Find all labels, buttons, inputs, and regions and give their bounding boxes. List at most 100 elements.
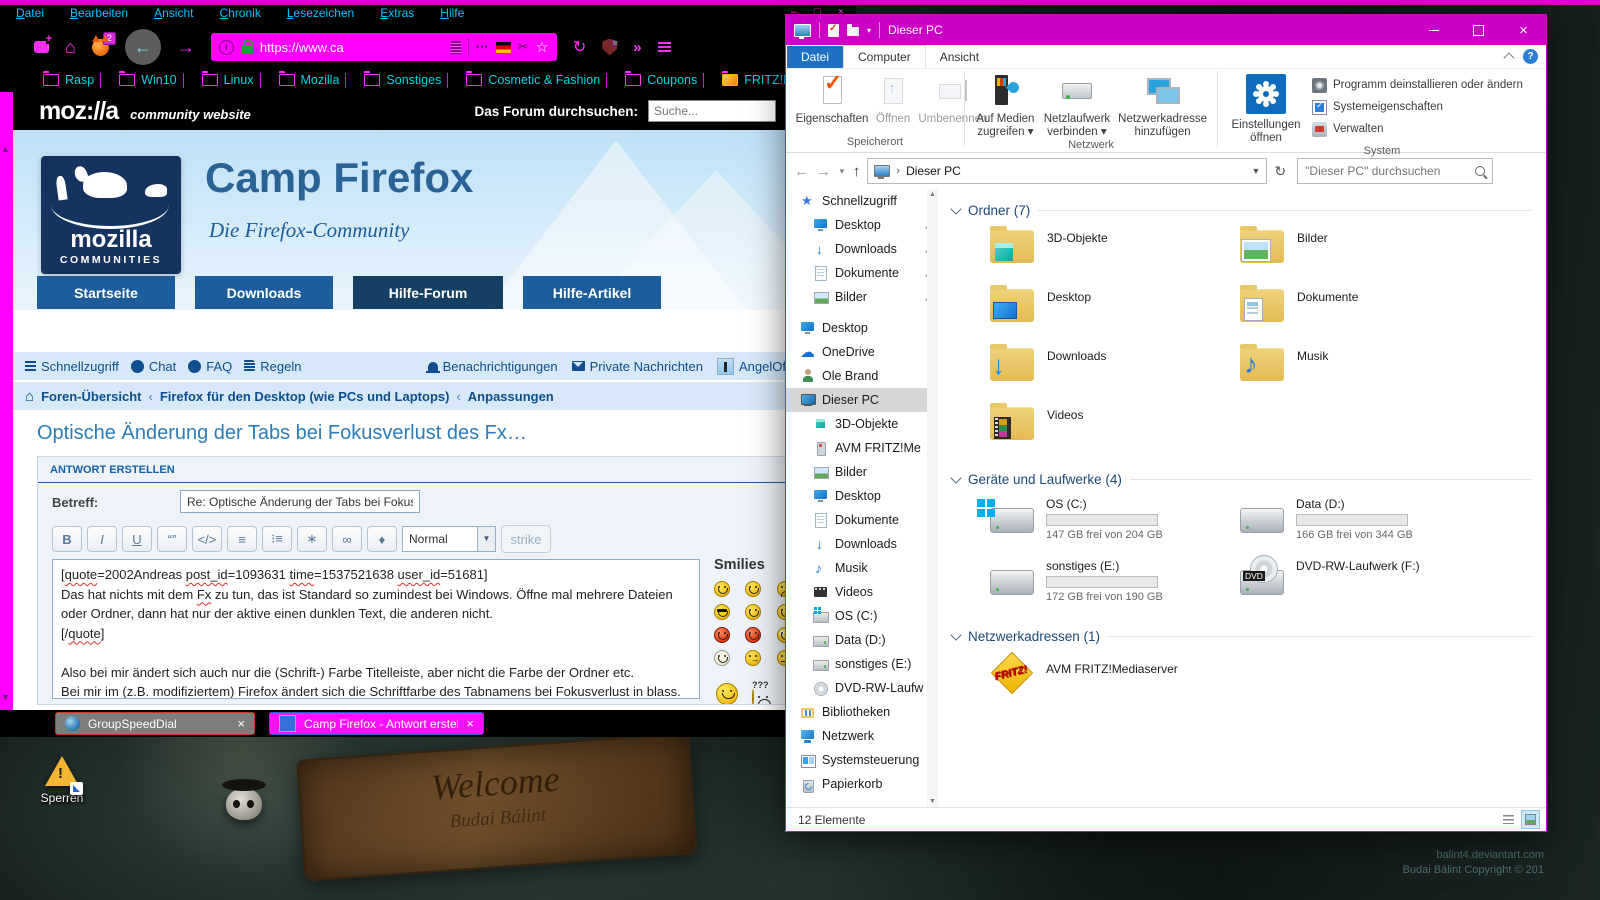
adblock-shield-icon[interactable]: 1 <box>602 38 618 56</box>
smiley-icon[interactable] <box>714 650 730 666</box>
address-box[interactable]: › Dieser PC ▼ <box>867 158 1268 184</box>
sidebar-item[interactable]: Dokumente <box>786 261 938 285</box>
strike-button[interactable]: strike <box>501 525 551 553</box>
screenshot-icon[interactable]: ✂ <box>518 39 529 55</box>
page-actions-icon[interactable]: ••• <box>476 42 488 52</box>
drive-tile[interactable]: OS (C:) 147 GB frei von 204 GB <box>977 495 1240 557</box>
drive-tile[interactable]: Data (D:) 166 GB frei von 344 GB <box>1240 495 1490 557</box>
ribbon-collapse-icon[interactable] <box>1503 52 1515 64</box>
add-network-location-button[interactable]: Netzwerkadresse hinzufügen <box>1118 74 1207 139</box>
editor-format-button[interactable]: ≡ <box>227 526 257 552</box>
breadcrumb-link[interactable]: Anpassungen <box>468 389 554 404</box>
desktop-shortcut-sperren[interactable]: Sperren <box>30 756 94 805</box>
home-icon[interactable]: ⌂ <box>65 37 76 58</box>
system-properties-button[interactable]: Systemeigenschaften <box>1312 98 1523 116</box>
breadcrumb-link[interactable]: Foren-Übersicht <box>41 389 141 404</box>
folder-tile[interactable]: Dokumente <box>1240 285 1490 344</box>
smiley-icon[interactable] <box>716 683 738 704</box>
sidebar-item[interactable]: Schnellzugriff <box>786 189 938 213</box>
editor-area[interactable]: [quote=2002Andreas post_id=1093631 time=… <box>52 559 700 699</box>
reload-button[interactable]: ↻ <box>573 37 586 57</box>
folder-tile[interactable]: Bilder <box>1240 226 1490 285</box>
browser-tab[interactable]: Camp Firefox - Antwort erstell × <box>269 712 484 735</box>
editor-format-button[interactable]: U <box>122 526 152 552</box>
smiley-icon[interactable] <box>776 581 786 597</box>
sidebar-item[interactable]: Desktop <box>786 316 938 340</box>
folder-tile[interactable]: Videos <box>990 403 1240 462</box>
open-settings-button[interactable]: Einstellungen öffnen <box>1228 74 1304 145</box>
chevron-down-icon[interactable] <box>950 203 962 215</box>
editor-format-button[interactable]: “” <box>157 526 187 552</box>
sidebar-item[interactable]: DVD-RW-Laufw <box>786 676 938 700</box>
forum-search-input[interactable] <box>648 100 776 122</box>
ribbon-tab[interactable]: Ansicht <box>926 46 993 68</box>
folder-tile[interactable]: Downloads <box>990 344 1240 403</box>
editor-format-button[interactable]: B <box>52 526 82 552</box>
editor-format-button[interactable]: ∗ <box>297 526 327 552</box>
editor-format-button[interactable]: </> <box>192 526 222 552</box>
pocket-icon[interactable] <box>34 35 52 53</box>
sidebar-item[interactable]: Dokumente <box>786 508 938 532</box>
quickbar-item[interactable]: Private Nachrichten <box>571 359 703 374</box>
bookmark-item[interactable]: Mozilla <box>270 71 356 88</box>
reader-mode-icon[interactable] <box>451 40 462 54</box>
bookmark-item[interactable]: Rasp <box>34 71 110 88</box>
history-dropdown-icon[interactable]: ▼ <box>838 167 846 176</box>
site-nav-button[interactable]: Startseite <box>37 276 175 309</box>
smiley-icon[interactable] <box>745 627 762 643</box>
smiley-icon[interactable] <box>776 604 786 620</box>
close-button[interactable]: × <box>1501 15 1546 45</box>
browser-tab[interactable]: GroupSpeedDial × <box>55 712 255 735</box>
sidebar-scrollbar[interactable]: ▲ ▼ <box>927 189 938 807</box>
maximize-button[interactable] <box>1456 15 1501 45</box>
bookmark-item[interactable]: Win10 <box>110 71 192 88</box>
subject-input[interactable] <box>180 490 420 513</box>
sidebar-item[interactable]: OneDrive <box>786 340 938 364</box>
sidebar-item[interactable]: Downloads <box>786 237 938 261</box>
folder-tile[interactable]: 3D-Objekte <box>990 226 1240 285</box>
bookmark-item[interactable]: Sonstiges <box>355 71 457 88</box>
quickbar-item[interactable]: Schnellzugriff <box>25 359 119 374</box>
firefox-account-icon[interactable]: 2 <box>91 31 116 56</box>
url-bar[interactable]: i https://www.ca ••• ✂ ☆ <box>210 33 557 61</box>
forward-button[interactable]: → <box>177 37 195 58</box>
sidebar-item[interactable]: AVM FRITZ!Me <box>786 436 938 460</box>
sidebar-item[interactable]: Systemsteuerung <box>786 748 938 772</box>
mozilla-logo[interactable]: moz://a <box>39 97 119 126</box>
sidebar-item[interactable]: Ole Brand <box>786 364 938 388</box>
editor-format-button[interactable]: ∞ <box>332 526 362 552</box>
hamburger-menu-icon[interactable] <box>657 42 671 52</box>
sidebar-item[interactable]: OS (C:) <box>786 604 938 628</box>
translate-flag-icon[interactable] <box>495 41 511 53</box>
quickbar-item[interactable]: Benachrichtigungen <box>425 359 558 374</box>
help-icon[interactable]: ? <box>1523 49 1538 64</box>
thumbnails-view-icon[interactable] <box>1521 810 1540 829</box>
section-header-network[interactable]: Netzwerkadressen (1) <box>950 629 1532 644</box>
bookmark-item[interactable]: Coupons <box>616 71 713 88</box>
editor-format-button[interactable]: I <box>87 526 117 552</box>
address-location[interactable]: Dieser PC <box>906 164 1245 178</box>
smiley-icon[interactable] <box>752 689 754 704</box>
site-info-icon[interactable]: i <box>218 39 234 55</box>
folder-tile[interactable]: Desktop <box>990 285 1240 344</box>
menu-item[interactable]: Chronik <box>219 6 260 20</box>
smiley-icon[interactable] <box>776 650 786 666</box>
map-network-drive-button[interactable]: Netzlaufwerk verbinden ▾ <box>1044 74 1110 139</box>
network-location-tile[interactable]: AVM FRITZ!Mediaserver <box>990 652 1546 694</box>
smiley-icon[interactable] <box>714 627 730 643</box>
scroll-down-icon[interactable]: ▼ <box>929 798 936 805</box>
smiley-icon[interactable] <box>745 604 762 620</box>
menu-item[interactable]: Lesezeichen <box>287 6 354 20</box>
scroll-down-icon[interactable]: ▼ <box>1 692 10 702</box>
sidebar-item[interactable]: Bilder <box>786 460 938 484</box>
quickbar-item[interactable]: AngelOf <box>717 357 786 375</box>
overflow-menu-icon[interactable]: » <box>633 39 641 56</box>
explorer-titlebar[interactable]: ▾ Dieser PC × <box>786 15 1546 45</box>
uninstall-program-button[interactable]: Programm deinstallieren oder ändern <box>1312 76 1523 94</box>
quickbar-item[interactable]: FAQ <box>188 359 232 374</box>
sidebar-item[interactable]: Data (D:) <box>786 628 938 652</box>
folder-tile[interactable]: Musik <box>1240 344 1490 403</box>
chevron-down-icon[interactable] <box>950 472 962 484</box>
sidebar-item[interactable]: Bilder <box>786 285 938 309</box>
section-header-folders[interactable]: Ordner (7) <box>950 203 1532 218</box>
